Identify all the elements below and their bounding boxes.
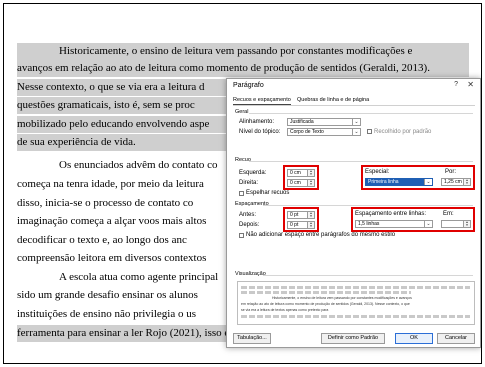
- annotation-box-spacing: [283, 207, 319, 232]
- preview-gray-line: [241, 286, 470, 289]
- collapsed-checkbox[interactable]: [367, 129, 372, 134]
- outline-level-select[interactable]: Corpo de Texto ⌄: [287, 128, 361, 136]
- preview-text-3: se via era a leitura de textos apenas co…: [241, 308, 329, 312]
- dialog-titlebar[interactable]: Parágrafo ? ✕: [227, 79, 480, 93]
- tab-indents-spacing[interactable]: Recuos e espaçamento: [233, 96, 291, 105]
- section-divider: [249, 113, 473, 114]
- doc-line: avanços em relação ao ato de leitura com…: [17, 60, 469, 77]
- ok-button[interactable]: OK: [395, 333, 433, 344]
- close-icon[interactable]: ✕: [467, 80, 474, 89]
- paragraph-preview: Historicamente, o ensino de leitura vem …: [237, 281, 475, 325]
- section-divider: [263, 275, 473, 276]
- cancel-button[interactable]: Cancelar: [437, 333, 475, 344]
- annotation-box-special: [361, 165, 475, 190]
- space-after-label: Depois:: [239, 222, 260, 228]
- tabs-button[interactable]: Tabulação...: [233, 333, 271, 344]
- preview-text-1: Historicamente, o ensino de leitura vem …: [272, 296, 412, 300]
- no-space-checkbox[interactable]: [239, 233, 244, 238]
- set-default-button[interactable]: Definir como Padrão: [321, 333, 385, 344]
- dialog-tabs: Recuos e espaçamento Quebras de linha e …: [233, 96, 475, 106]
- section-divider: [263, 205, 473, 206]
- alignment-value: Justificada: [290, 119, 314, 125]
- alignment-select[interactable]: Justificada ⌄: [287, 118, 361, 126]
- help-icon[interactable]: ?: [454, 81, 458, 88]
- section-visualizacao-label: Visualização: [235, 271, 266, 277]
- no-space-label: Não adicionar espaço entre parágrafos do…: [246, 232, 396, 238]
- left-indent-label: Esquerda:: [239, 170, 267, 176]
- mirror-indents-label: Espelhar recuos: [246, 190, 290, 196]
- screenshot-frame: Historicamente, o ensino de leitura vem …: [3, 3, 482, 364]
- tab-line-page-breaks[interactable]: Quebras de linha e de página: [297, 96, 369, 104]
- annotation-box-line-spacing: [351, 207, 475, 232]
- space-before-label: Antes:: [239, 212, 257, 218]
- right-indent-label: Direita:: [239, 180, 259, 186]
- chevron-down-icon: ⌄: [352, 119, 360, 125]
- outline-level-value: Corpo de Texto: [290, 129, 324, 135]
- section-divider: [249, 161, 473, 162]
- preview-gray-line: [241, 315, 470, 318]
- mirror-indents-checkbox[interactable]: [239, 191, 244, 196]
- outline-level-label: Nível do tópico:: [239, 129, 281, 135]
- collapsed-label: Recolhido por padrão: [374, 129, 432, 135]
- section-geral-label: Geral: [235, 109, 249, 115]
- chevron-down-icon: ⌄: [352, 129, 360, 135]
- annotation-box-indent: [283, 165, 319, 190]
- doc-line: Historicamente, o ensino de leitura vem …: [17, 43, 469, 60]
- preview-text-2: em relação ao ato de leitura como moment…: [241, 302, 410, 306]
- dialog-title: Parágrafo: [233, 82, 264, 89]
- alignment-label: Alinhamento:: [239, 119, 275, 125]
- paragraph-dialog: Parágrafo ? ✕ Recuos e espaçamento Quebr…: [226, 78, 481, 348]
- preview-gray-line: [241, 291, 411, 294]
